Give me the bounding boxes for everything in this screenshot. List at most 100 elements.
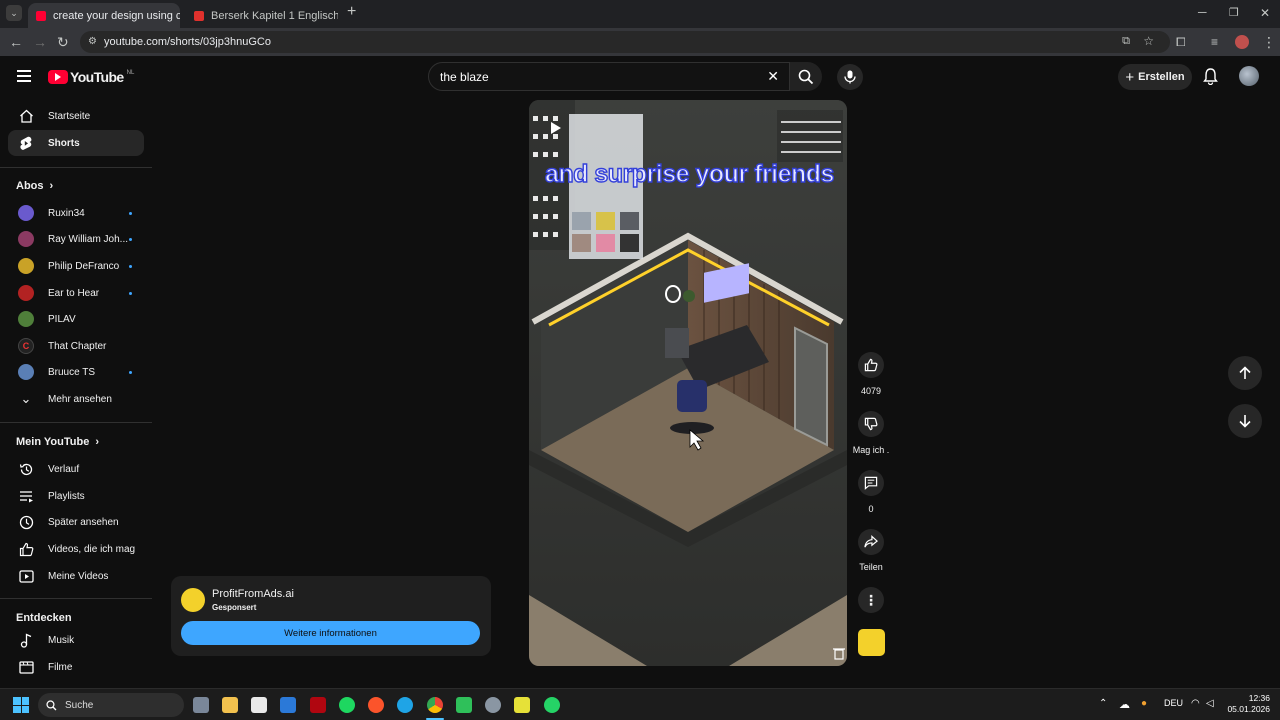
store-icon[interactable] (251, 697, 267, 713)
wifi-icon[interactable]: ◠ (1191, 698, 1200, 709)
forward-icon[interactable]: → (33, 34, 47, 50)
task-view-icon[interactable] (193, 697, 209, 713)
minimize-icon[interactable]: ─ (1198, 4, 1207, 20)
brave-icon[interactable] (368, 697, 384, 713)
youtube-logo[interactable]: YouTube NL (48, 69, 134, 85)
like-button[interactable] (858, 352, 884, 378)
site-info-icon[interactable]: ⚙ (88, 36, 97, 47)
comments-button[interactable] (858, 470, 884, 496)
microphone-in-use-icon[interactable]: ● (1141, 698, 1147, 709)
region-code: NL (126, 69, 135, 76)
shorts-icon (16, 136, 36, 151)
clear-search-icon[interactable]: ✕ (767, 68, 779, 85)
notifications-bell-icon[interactable] (1203, 68, 1218, 90)
you-heading[interactable]: Mein YouTube › (16, 436, 99, 448)
show-hidden-icons-icon[interactable]: ⌃ (1099, 698, 1107, 709)
spotify-icon[interactable] (339, 697, 355, 713)
onedrive-cloud-icon[interactable]: ☁ (1119, 698, 1130, 711)
sidebar-item-subscription[interactable]: Ruxin34 (8, 200, 144, 226)
music-icon (16, 632, 36, 648)
sidebar-item-watch-later[interactable]: Später ansehen (8, 509, 144, 535)
browser-menu-icon[interactable]: ⋮ (1262, 34, 1276, 50)
input-language[interactable]: DEU (1164, 698, 1183, 708)
android-app-icon[interactable] (456, 697, 472, 713)
advertiser-logo (181, 588, 205, 612)
close-window-icon[interactable]: ✕ (1260, 5, 1270, 21)
tab-search-button[interactable]: ⌄ (6, 5, 22, 21)
taskbar-search[interactable]: Suche (38, 693, 184, 717)
chrome-icon[interactable] (427, 697, 443, 713)
voice-search-button[interactable] (837, 64, 863, 90)
sidebar-item-music[interactable]: Musik (8, 627, 144, 653)
clock-date: 05.01.2026 (1227, 704, 1270, 714)
hamburger-menu-icon[interactable] (17, 70, 31, 82)
tab-title: Berserk Kapitel 1 Englisch - Pro (211, 9, 338, 22)
sidebar-item-subscription[interactable]: Ray William Joh... (8, 226, 144, 252)
subscriptions-heading-text: Abos (16, 180, 44, 192)
install-app-icon[interactable]: ⧉ (1122, 35, 1130, 48)
clock[interactable]: 12:36 05.01.2026 (1226, 693, 1270, 715)
sidebar-item-subscription[interactable]: C That Chapter (8, 333, 144, 359)
account-avatar[interactable] (1239, 66, 1259, 86)
comment-icon (864, 476, 878, 490)
comment-count: 0 (868, 504, 874, 514)
media-control-icon[interactable]: ≡ (1211, 34, 1218, 50)
sidebar-item-label: Verlauf (48, 463, 80, 475)
reload-icon[interactable]: ↻ (57, 34, 69, 50)
subscriptions-heading[interactable]: Abos › (16, 180, 53, 192)
browser-tab[interactable]: Berserk Kapitel 1 Englisch - Pro ✕ (186, 3, 338, 28)
sidebar-item-history[interactable]: Verlauf (8, 456, 144, 482)
create-button[interactable]: + Erstellen (1118, 64, 1192, 90)
bookmark-star-icon[interactable]: ☆ (1143, 34, 1154, 48)
edge-icon[interactable] (397, 697, 413, 713)
share-button[interactable] (858, 529, 884, 555)
sidebar-item-your-videos[interactable]: Meine Videos (8, 563, 144, 589)
sidebar-item-shorts[interactable]: Shorts (8, 130, 144, 156)
sidebar-item-playlists[interactable]: Playlists (8, 483, 144, 509)
sidebar-divider (0, 598, 152, 599)
whatsapp-icon[interactable] (544, 697, 560, 713)
file-explorer-icon[interactable] (222, 697, 238, 713)
extensions-icon[interactable]: ⧠ (1176, 34, 1186, 50)
search-input[interactable]: the blaze ✕ (428, 62, 790, 91)
sidebar-item-home[interactable]: Startseite (8, 103, 144, 129)
like-count: 4079 (860, 386, 882, 396)
sidebar-divider (0, 167, 152, 168)
sidebar-item-liked-videos[interactable]: Videos, die ich mag (8, 536, 144, 562)
address-bar[interactable]: ⚙ youtube.com/shorts/03jp3hnuGCo ⧉ ☆ (80, 31, 1170, 53)
volume-icon[interactable]: ◁ (1206, 698, 1214, 709)
previous-short-button[interactable] (1228, 356, 1262, 390)
search-icon (798, 69, 814, 84)
new-tab-icon[interactable]: + (347, 4, 356, 20)
advertiser-name: ProfitFromAds.ai (212, 588, 294, 600)
windows-taskbar: Suche ⌃ ☁ ● DEU ◠ ◁ 12:36 05.01.2026 (0, 688, 1280, 720)
search-button[interactable] (790, 62, 822, 91)
show-more-button[interactable]: ⌄ Mehr ansehen (8, 386, 144, 412)
sidebar-divider (0, 422, 152, 423)
movies-icon (16, 660, 36, 674)
sidebar-item-subscription[interactable]: PILAV (8, 306, 144, 332)
restore-icon[interactable]: ❐ (1229, 5, 1239, 21)
word-icon[interactable] (280, 697, 296, 713)
browser-tab-active[interactable]: create your design using const ✕ (28, 3, 180, 28)
sidebar-item-subscription[interactable]: Philip DeFranco (8, 253, 144, 279)
channel-thumbnail[interactable] (858, 629, 885, 656)
browser-toolbar: ← → ↻ ⚙ youtube.com/shorts/03jp3hnuGCo ⧉… (0, 28, 1280, 56)
checklist-app-icon[interactable] (514, 697, 530, 713)
create-label: Erstellen (1138, 71, 1185, 83)
tab-title: create your design using const (53, 9, 180, 22)
more-info-button[interactable]: Weitere informationen (181, 621, 480, 645)
netflix-icon[interactable] (310, 697, 326, 713)
sidebar-item-subscription[interactable]: Ear to Hear (8, 280, 144, 306)
windows-start-icon[interactable] (13, 697, 29, 713)
sidebar-item-subscription[interactable]: Bruuce TS (8, 359, 144, 385)
back-icon[interactable]: ← (9, 34, 23, 50)
sponsored-ad-card[interactable]: ProfitFromAds.ai Gesponsert Weitere info… (171, 576, 491, 656)
profile-avatar[interactable] (1235, 35, 1249, 49)
you-heading-text: Mein YouTube (16, 436, 90, 448)
sidebar-item-movies[interactable]: Filme (8, 654, 144, 680)
next-short-button[interactable] (1228, 404, 1262, 438)
dislike-button[interactable] (858, 411, 884, 437)
more-options-button[interactable]: ⋮ (858, 587, 884, 613)
settings-gear-icon[interactable] (485, 697, 501, 713)
